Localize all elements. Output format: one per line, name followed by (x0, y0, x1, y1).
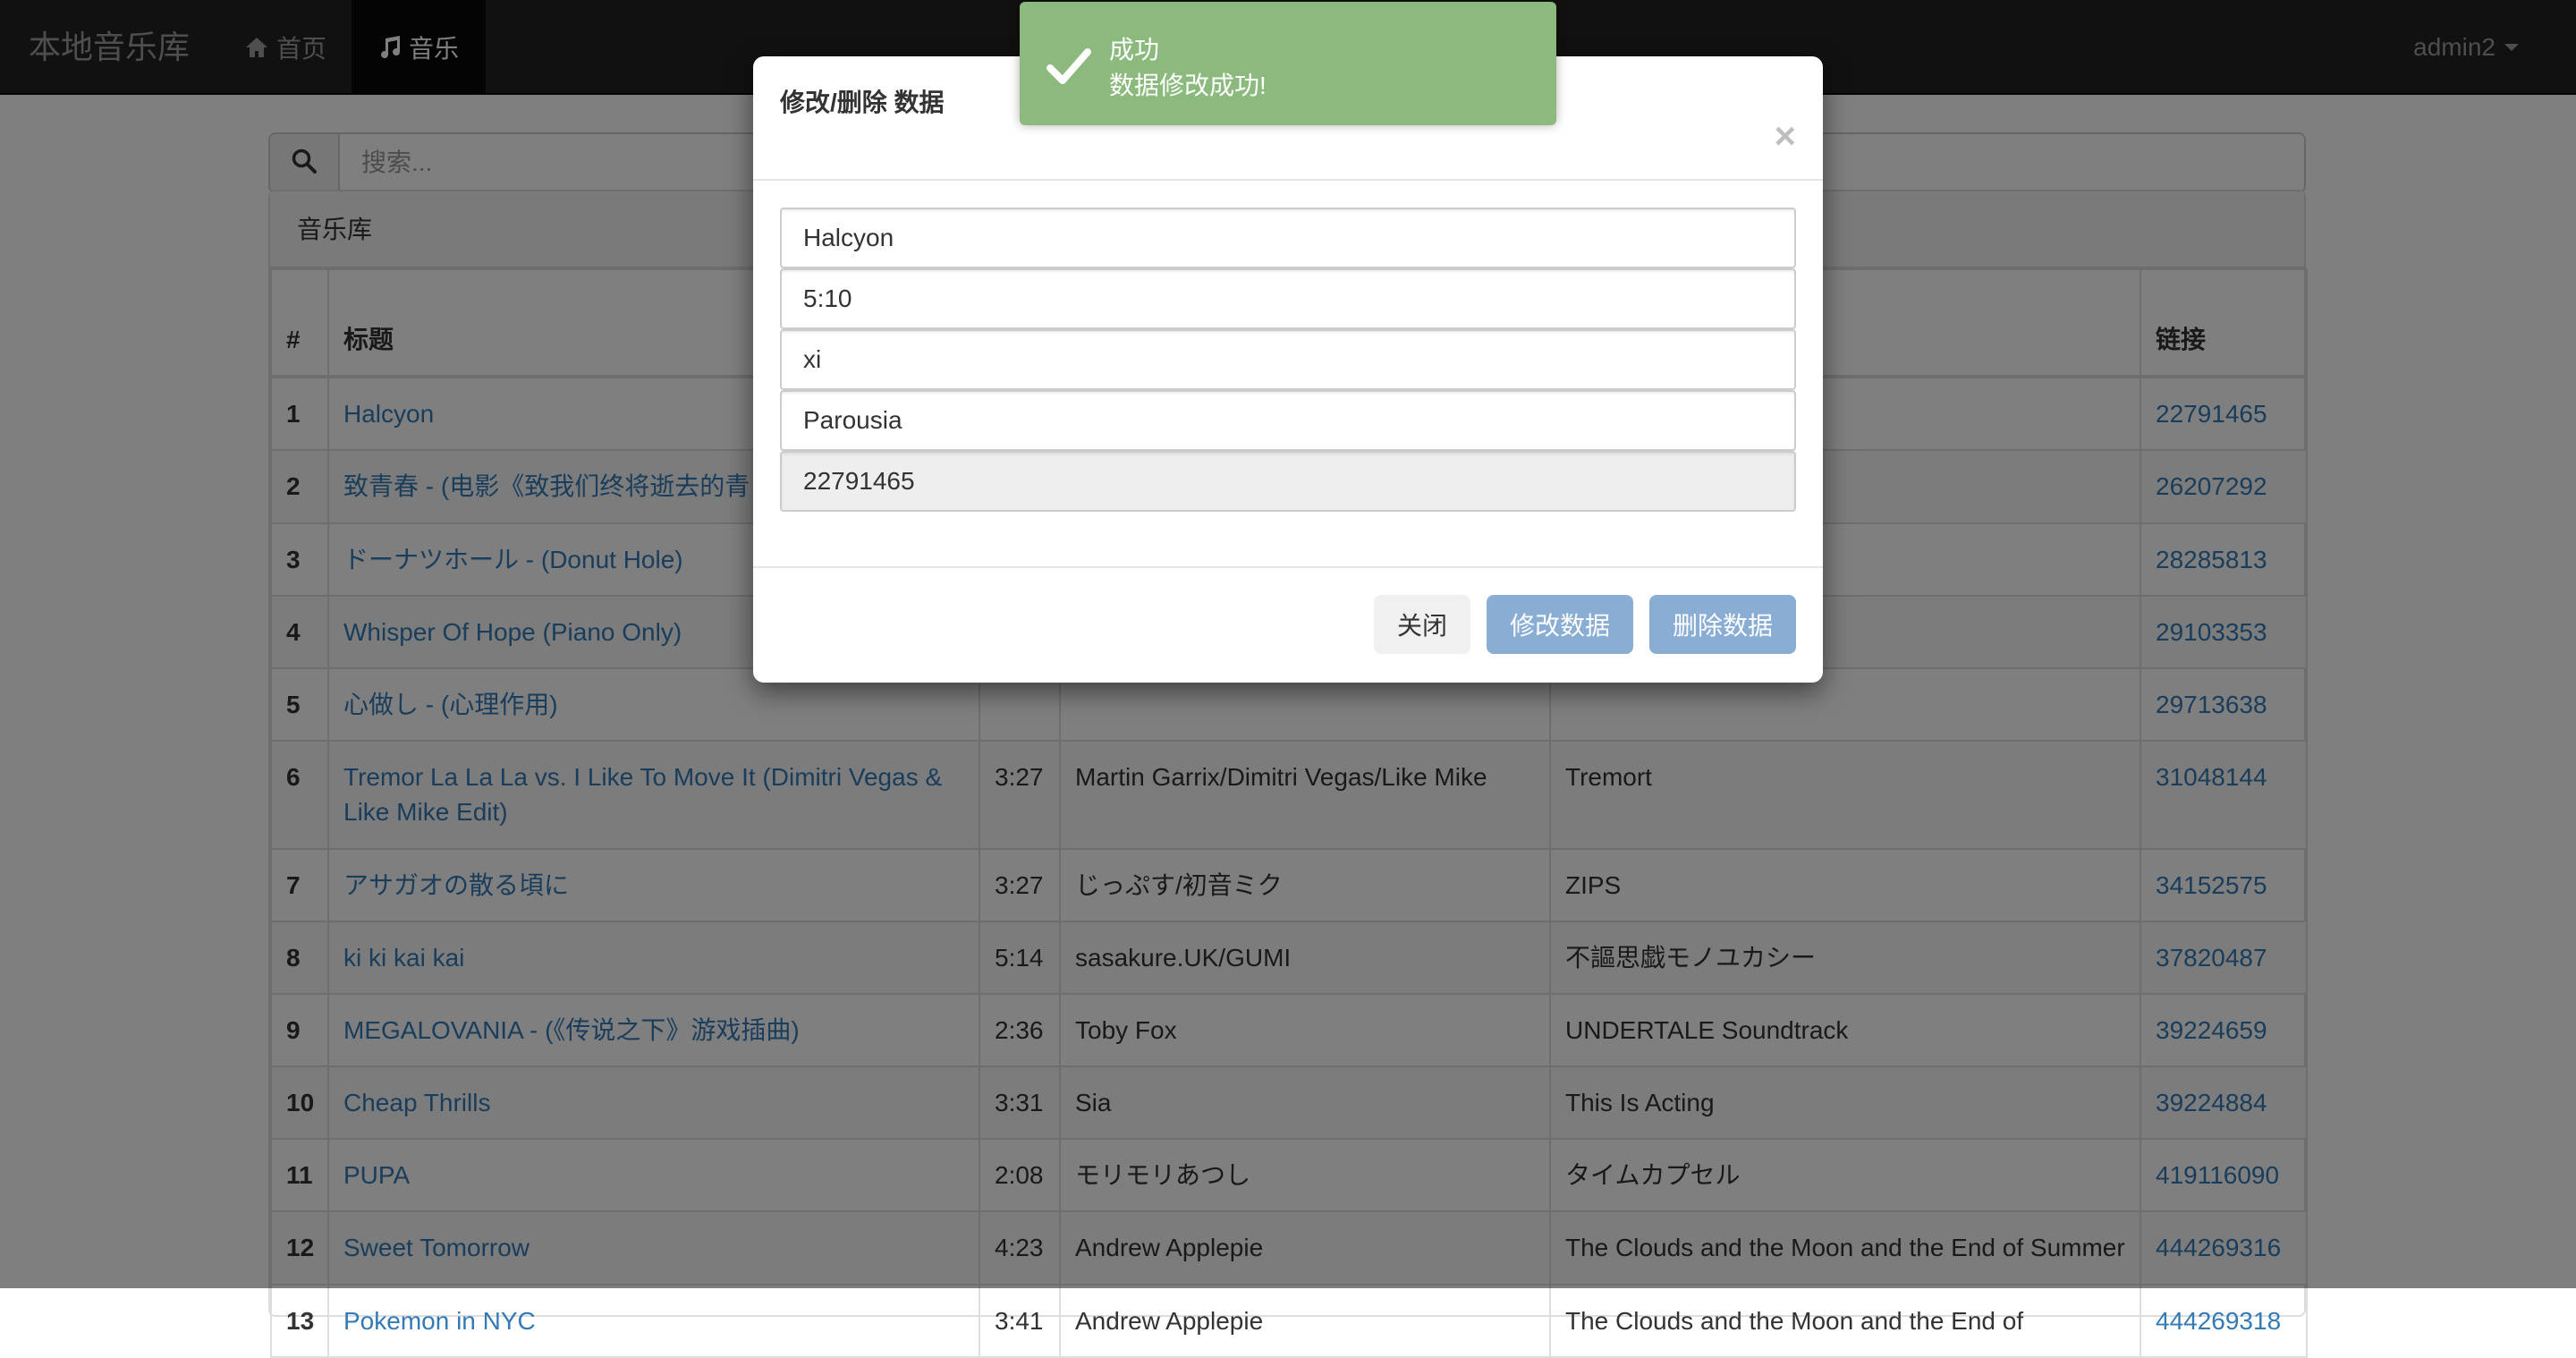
success-toast[interactable]: 成功 数据修改成功! (1020, 2, 1556, 125)
row-album: The Clouds and the Moon and the End of (1549, 1283, 2141, 1358)
row-duration: 3:41 (979, 1283, 1061, 1358)
close-button[interactable]: 关闭 (1374, 595, 1470, 654)
artist-field[interactable] (780, 329, 1796, 390)
title-field[interactable] (780, 208, 1796, 268)
toast-message: 数据修改成功! (1109, 72, 1267, 99)
id-field (780, 451, 1796, 512)
modal-footer: 关闭 修改数据 删除数据 (753, 568, 1823, 681)
modal-title: 修改/删除 数据 (780, 89, 945, 116)
album-field[interactable] (780, 390, 1796, 451)
row-artist: Andrew Applepie (1059, 1283, 1551, 1358)
edit-delete-modal: 修改/删除 数据 × 关闭 修改数据 删除数据 (753, 56, 1823, 683)
delete-button[interactable]: 删除数据 (1649, 595, 1796, 654)
row-link[interactable]: 444269318 (2156, 1307, 2281, 1335)
edit-button[interactable]: 修改数据 (1487, 595, 1633, 654)
modal-body (753, 181, 1823, 568)
toast-title: 成功 (1109, 36, 1160, 64)
table-row: 13 Pokemon in NYC 3:41 Andrew Applepie T… (270, 1283, 2308, 1358)
close-icon[interactable]: × (1774, 117, 1796, 155)
check-icon (1043, 41, 1093, 91)
row-num: 13 (270, 1283, 329, 1358)
row-title-link[interactable]: Pokemon in NYC (343, 1307, 536, 1335)
duration-field[interactable] (780, 268, 1796, 329)
